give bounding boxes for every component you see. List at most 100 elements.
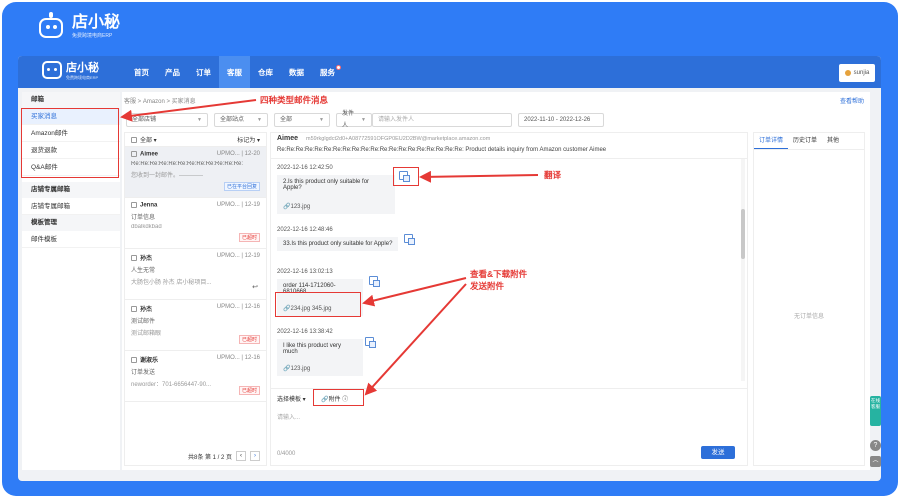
brand-logo: 店小秘 免费跨境电商ERP <box>36 12 120 42</box>
search-type-value: 发件人 <box>342 111 355 129</box>
message-time: 2022-12-16 13:38:42 <box>277 329 333 335</box>
filter-bar: 全部店铺 ▼ 全部站点 ▼ 全部 ▼ 发件人 ▼ 请输入发件人 2022-11-10 -… <box>126 111 604 129</box>
nav-item-products[interactable]: 产品 <box>157 56 188 88</box>
nav-item-orders[interactable]: 订单 <box>188 56 219 88</box>
sidebar-item-mail-templates[interactable]: 邮件模板 <box>22 231 120 248</box>
list-item[interactable]: Aimee UPMO... | 12-20 Re:Re:Re:Re:Re:Re:R… <box>125 147 266 198</box>
select-all-checkbox[interactable]: 全部 ▾ <box>131 135 157 144</box>
online-service-button[interactable]: 在线客服 <box>870 396 881 426</box>
help-icon[interactable]: ? <box>870 440 881 451</box>
item-meta: UPMO... | 12-16 <box>216 304 260 310</box>
sidebar-group-mailbox: 邮箱 <box>22 92 120 108</box>
item-meta: UPMO... | 12-16 <box>216 355 260 361</box>
attachment-link[interactable]: 🔗123.jpg <box>283 365 357 372</box>
brand-subtitle: 免费跨境电商ERP <box>72 33 113 39</box>
mail-subject: Re:Re:Re:Re:Re:Re:Re:Re:Re:Re:Re:Re:Re:R… <box>277 147 607 153</box>
message-list: 全部 ▾ 标记为 ▾ Aimee UPMO... | 12-20 Re:Re:Re… <box>124 132 267 466</box>
send-button[interactable]: 发送 <box>701 446 735 459</box>
list-item[interactable]: 孙杰 UPMO... | 12-19 人生无常 大肠包小肠 孙杰 店小秘项目...… <box>125 249 266 300</box>
message-text: 33.Is this product only suitable for App… <box>277 237 399 251</box>
highlight-box <box>393 167 419 186</box>
message-time: 2022-12-16 12:42:50 <box>277 165 333 171</box>
item-subject: 测试邮件 <box>131 319 156 325</box>
nav-logo-sub: 免费跨境电商ERP <box>66 75 99 80</box>
back-to-top-icon[interactable]: ︿ <box>870 456 881 467</box>
prev-page-button[interactable]: ‹ <box>236 451 246 461</box>
help-link[interactable]: 查看帮助 <box>840 96 864 105</box>
robot-logo-icon <box>36 12 66 42</box>
message: 2022-12-16 12:42:50 2.Is this product on… <box>277 165 395 214</box>
sidebar-group-shop-mailbox: 店铺专属邮箱 <box>22 182 120 198</box>
list-item[interactable]: Jenna UPMO... | 12-19 订单信息 dbalkdkbad 已超时 <box>125 198 266 249</box>
nav-item-data[interactable]: 数据 <box>281 56 312 88</box>
nav-item-services[interactable]: 服务 <box>312 56 343 88</box>
top-navigation: 店小秘 免费跨境电商ERP 首页 产品 订单 客服 仓库 数据 服务 sunjia <box>18 56 881 88</box>
user-icon <box>844 70 851 76</box>
tab-other[interactable]: 其他 <box>822 133 844 149</box>
nav-item-warehouse[interactable]: 仓库 <box>250 56 281 88</box>
highlight-box <box>21 108 119 178</box>
template-select[interactable]: 选择模板 ▾ <box>277 394 306 403</box>
tab-history-orders[interactable]: 历史订单 <box>788 133 822 149</box>
item-sender: 孙杰 <box>140 256 153 262</box>
highlight-box <box>275 292 361 317</box>
nav-logo[interactable]: 店小秘 免费跨境电商ERP <box>42 59 99 81</box>
translate-icon[interactable] <box>404 234 415 245</box>
checkbox-icon[interactable] <box>131 255 137 262</box>
app-window: 店小秘 免费跨境电商ERP 首页 产品 订单 客服 仓库 数据 服务 sunjia… <box>18 56 881 481</box>
list-item[interactable]: 孙杰 UPMO... | 12-16 测试邮件 测试邮箱眼 已超时 <box>125 300 266 351</box>
translate-icon[interactable] <box>365 337 376 348</box>
item-preview: dbalkdkbad <box>131 223 162 230</box>
item-sender: 孙杰 <box>140 307 153 313</box>
item-meta: UPMO... | 12-19 <box>216 202 260 208</box>
mail-address: m59rkglgdct2d0+A08772591OFGP0EU2D2BW@mar… <box>306 136 491 142</box>
nav-item-home[interactable]: 首页 <box>126 56 157 88</box>
mark-as-label: 标记为 <box>237 138 256 144</box>
user-menu[interactable]: sunjia <box>839 64 875 82</box>
status-badge: 已超时 <box>238 386 260 395</box>
shop-select[interactable]: 全部店铺 ▼ <box>126 113 208 127</box>
reply-input[interactable]: 请输入... <box>277 412 300 421</box>
mark-as-menu[interactable]: 标记为 ▾ <box>237 135 260 144</box>
user-name: sunjia <box>853 70 870 76</box>
next-page-button[interactable]: › <box>250 451 260 461</box>
sender-search-input[interactable]: 请输入发件人 <box>372 113 512 127</box>
site-select[interactable]: 全部站点 ▼ <box>214 113 268 127</box>
attachment-link[interactable]: 🔗123.jpg <box>283 203 389 210</box>
checkbox-icon <box>131 137 137 144</box>
checkbox-icon[interactable] <box>131 357 137 364</box>
attachment-name: 123.jpg <box>290 366 311 372</box>
reply-icon: ↩ <box>252 284 258 291</box>
status-select-value: 全部 <box>280 117 293 123</box>
highlight-box <box>313 389 364 406</box>
site-select-value: 全部站点 <box>220 117 245 123</box>
search-type-select[interactable]: 发件人 ▼ <box>336 111 372 129</box>
select-all-label: 全部 <box>140 138 153 144</box>
translate-icon[interactable] <box>369 276 380 287</box>
pager-text: 共8条 第 1 / 2 页 <box>187 454 232 461</box>
scrollbar[interactable] <box>741 159 745 381</box>
tab-order-details[interactable]: 订单详情 <box>754 133 789 149</box>
sidebar-item-shop-mailbox[interactable]: 店铺专属邮箱 <box>22 198 120 215</box>
item-sender: 谢淑乐 <box>140 358 159 364</box>
list-item[interactable]: 谢淑乐 UPMO... | 12-16 订单发送 neworder：701-665… <box>125 351 266 402</box>
chevron-down-icon: ▼ <box>361 117 366 123</box>
nav-item-services-label: 服务 <box>320 68 335 77</box>
date-range-input[interactable]: 2022-11-10 - 2022-12-26 <box>518 113 604 127</box>
order-panel: 订单详情 历史订单 其他 无订单信息 <box>753 132 865 466</box>
breadcrumb: 客服 > Amazon > 买家消息 <box>124 99 196 105</box>
message-text: 2.Is this product only suitable for Appl… <box>283 179 370 191</box>
message-time: 2022-12-16 12:48:46 <box>277 227 333 233</box>
status-select[interactable]: 全部 ▼ <box>274 113 330 127</box>
chevron-down-icon: ▼ <box>319 117 324 123</box>
item-meta: UPMO... | 12-19 <box>216 253 260 259</box>
empty-state: 无订单信息 <box>793 314 824 320</box>
nav-item-service[interactable]: 客服 <box>219 56 250 88</box>
chevron-down-icon: ▼ <box>257 117 262 123</box>
checkbox-icon[interactable] <box>131 306 137 313</box>
item-subject: Re:Re:Re:Re:Re:Re:Re:Re:Re:Re:Re:Re: <box>131 160 244 167</box>
pagination: 共8条 第 1 / 2 页 ‹ › <box>125 451 266 461</box>
checkbox-icon[interactable] <box>131 202 137 208</box>
checkbox-icon[interactable] <box>131 151 137 157</box>
status-badge: 已超时 <box>238 233 260 242</box>
